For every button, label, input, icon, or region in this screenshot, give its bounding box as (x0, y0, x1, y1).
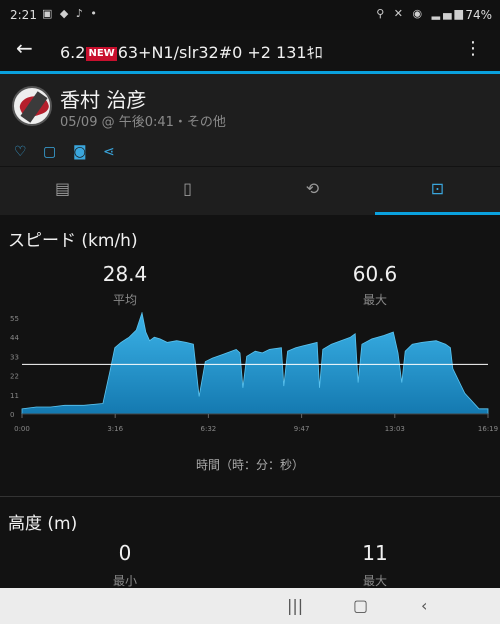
recent-apps-icon[interactable]: ||| (287, 596, 303, 615)
battery-level: 74% (465, 8, 492, 22)
activity-meta: 05/09 @ 午後0:41・その他 (60, 115, 226, 130)
x-tick-label: 16:19 (478, 425, 498, 433)
app-bar: ← 6.2 NEW 63+N1/slr32#0 +2 131ｷﾛ ⋮ (0, 30, 500, 70)
avg-speed-label: 平均 (112, 293, 137, 307)
x-axis-title: 時間（時：分：秒） (195, 458, 304, 472)
y-tick-label: 0 (10, 411, 14, 419)
avg-speed-value: 28.4 (102, 262, 148, 286)
max-speed-value: 60.6 (352, 262, 398, 286)
document-icon: ▯ (183, 179, 192, 198)
speed-title: スピード (km/h) (8, 231, 138, 251)
chart-icon: ⊡ (430, 179, 445, 198)
max-altitude-label: 最大 (362, 574, 387, 587)
y-tick-label: 55 (10, 315, 19, 323)
x-tick-label: 6:32 (201, 425, 217, 433)
status-bar: 2:21 ▣ ◆ ♪ • ⚲ ✕ ◉ ▂▄▆ 74% (0, 0, 500, 30)
new-badge: NEW (86, 47, 117, 61)
title-suffix: 63+N1/slr32#0 +2 131ｷﾛ (117, 43, 323, 62)
min-altitude-value: 0 (118, 541, 132, 565)
min-altitude-label: 最小 (112, 574, 137, 587)
x-tick-label: 0:00 (14, 425, 30, 433)
tab-charts[interactable]: ⊡ (375, 167, 500, 215)
tab-details[interactable]: ▯ (125, 167, 250, 215)
camera-icon[interactable]: ◙ (73, 144, 87, 160)
comment-icon[interactable]: ▢ (43, 144, 56, 160)
activity-header: 香村 治彦 05/09 @ 午後0:41・その他 ♡ ▢ ◙ ⋖ (0, 74, 500, 166)
avatar[interactable] (12, 86, 52, 126)
y-tick-label: 22 (10, 373, 19, 381)
max-speed-label: 最大 (362, 293, 387, 307)
y-tick-label: 44 (10, 334, 19, 342)
altitude-section: 高度 (m) 0 最小 11 最大 (0, 497, 500, 587)
tab-bar: ▤ ▯ ⟲ ⊡ (0, 167, 500, 215)
laps-icon: ⟲ (305, 179, 320, 198)
system-status-icons: ⚲ ✕ ◉ ▂▄▆ (376, 7, 466, 20)
tab-laps[interactable]: ⟲ (250, 167, 375, 215)
arrow-left-icon[interactable]: ← (16, 36, 33, 60)
tab-overview[interactable]: ▤ (0, 167, 125, 215)
max-altitude-value: 11 (362, 541, 388, 565)
y-tick-label: 33 (10, 353, 19, 361)
more-vert-icon[interactable]: ⋮ (464, 38, 482, 59)
system-nav-bar: ||| ▢ ‹ (0, 588, 500, 624)
x-tick-label: 9:47 (294, 425, 310, 433)
title-prefix: 6.2 (60, 43, 86, 62)
speed-chart[interactable]: 0 11 22 33 44 55 0:00 3:16 6:32 9:47 13:03 16:19 (0, 312, 500, 446)
speed-area-series (21, 312, 489, 415)
x-tick-label: 13:03 (385, 425, 405, 433)
home-icon[interactable]: ▢ (353, 596, 368, 615)
x-tick-label: 3:16 (107, 425, 123, 433)
status-time: 2:21 (10, 8, 37, 22)
map-image-icon: ▤ (54, 179, 71, 198)
speed-section: スピード (km/h) 28.4 平均 60.6 最大 0 11 22 33 44 55 0… (0, 216, 500, 496)
notification-icons: ▣ ◆ ♪ • (42, 7, 99, 20)
altitude-title: 高度 (m) (8, 514, 78, 534)
heart-icon[interactable]: ♡ (14, 144, 27, 160)
share-icon[interactable]: ⋖ (103, 144, 115, 160)
y-tick-label: 11 (10, 392, 19, 400)
activity-title: 6.2 NEW 63+N1/slr32#0 +2 131ｷﾛ (60, 39, 323, 63)
back-nav-icon[interactable]: ‹ (421, 596, 427, 615)
action-row: ♡ ▢ ◙ ⋖ (0, 140, 500, 166)
user-name[interactable]: 香村 治彦 (60, 84, 146, 113)
